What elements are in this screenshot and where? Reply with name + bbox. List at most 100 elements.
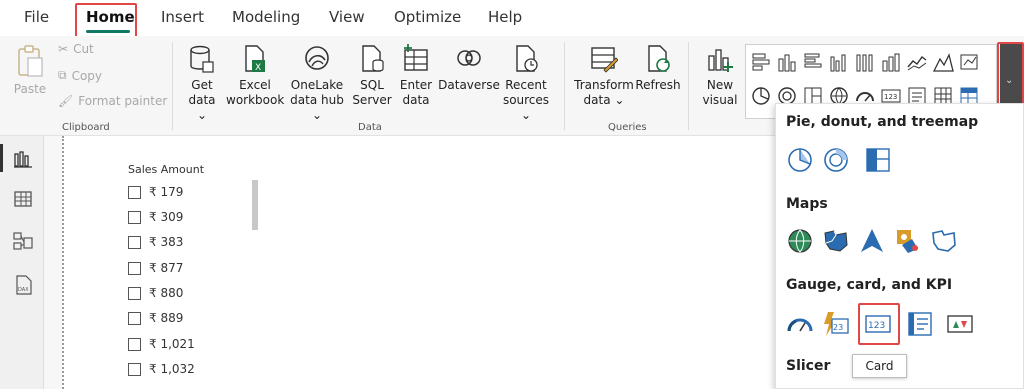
donut-chart-icon[interactable] [822,146,850,174]
kpi-icon[interactable] [946,310,974,338]
dataverse-icon [457,50,481,66]
clipboard-group-label: Clipboard [62,122,110,133]
excel-workbook-button[interactable]: X Excel workbook [226,44,284,108]
cut-button[interactable]: ✂ Cut [58,42,94,56]
svg-text:X: X [255,63,261,73]
menu-bar: File Home Insert Modeling View Optimize … [0,0,1024,41]
globe-map-icon[interactable] [786,227,814,255]
shape-map-icon[interactable] [894,227,922,255]
menu-insert[interactable]: Insert [161,8,204,26]
100-stacked-bar-chart-icon[interactable] [854,51,876,73]
separator [172,42,173,130]
visuals-dropdown-panel: Pie, donut, and treemap Maps Gauge, card… [775,103,1024,389]
table-plus-icon [404,44,428,71]
data-group-label: Data [358,122,382,133]
treemap-icon[interactable] [864,146,892,174]
paste-button[interactable]: Paste [12,44,48,97]
recent-sources-button[interactable]: Recent sources ⌄ [498,44,554,123]
separator [564,42,565,130]
slicer-item[interactable]: ₹ 880 [128,286,183,300]
dax-query-view-icon[interactable]: DAX [12,274,34,296]
menu-file[interactable]: File [24,8,49,26]
checkbox[interactable] [128,235,141,249]
checkbox[interactable] [128,261,141,275]
checkbox[interactable] [128,286,141,300]
100-stacked-column-chart-icon[interactable] [880,51,902,73]
checkbox[interactable] [128,185,141,199]
view-sidebar: DAX [0,136,44,389]
section-title: Gauge, card, and KPI [786,277,953,293]
slicer-item[interactable]: ₹ 1,032 [128,362,195,376]
area-chart-icon[interactable] [932,51,954,73]
format-painter-button[interactable]: 🖌 Format painter [58,94,167,108]
sql-server-button[interactable]: SQL Server [352,44,392,108]
copy-icon: ⧉ [58,68,67,82]
refresh-icon [648,45,670,72]
menu-view[interactable]: View [329,8,365,26]
slicer-item[interactable]: ₹ 383 [128,235,183,249]
slicer-scrollbar[interactable] [252,180,258,230]
checkbox[interactable] [128,210,141,224]
card-highlight-box [858,303,900,345]
slicer-item[interactable]: ₹ 889 [128,311,183,325]
copy-button[interactable]: ⧉ Copy [58,68,102,83]
table-view-icon[interactable] [12,188,34,210]
model-view-icon[interactable] [12,230,34,252]
section-title: Slicer [786,358,831,374]
excel-icon: X [245,45,265,73]
chevron-down-icon: ⌄ [196,108,208,122]
enter-data-button[interactable]: Enter data [396,44,436,108]
checkbox[interactable] [128,337,141,351]
active-view-indicator [0,144,3,172]
chevron-down-icon: ⌄ [311,108,323,122]
new-visual-icon [708,49,733,72]
line-chart-icon[interactable] [906,51,928,73]
filled-map-icon[interactable] [822,227,850,255]
recent-sources-icon [516,45,538,72]
database-icon [190,45,214,73]
checkbox[interactable] [128,362,141,376]
svg-text:DAX: DAX [18,287,29,293]
chevron-down-icon: ⌄ [610,93,625,107]
queries-group-label: Queries [608,122,647,133]
svg-text:23: 23 [833,323,843,332]
brush-icon: 🖌 [58,94,74,108]
menu-modeling[interactable]: Modeling [232,8,300,26]
menu-optimize[interactable]: Optimize [394,8,461,26]
card-tooltip: Card [852,354,907,378]
transform-data-icon [591,47,618,73]
pie-chart-icon[interactable] [750,85,772,107]
pie-chart-icon[interactable] [786,146,814,174]
new-visual-button[interactable]: New visual [698,44,742,108]
outline-map-icon[interactable] [930,227,958,255]
paste-icon [18,45,43,77]
scissors-icon: ✂ [58,42,69,56]
dataverse-button[interactable]: Dataverse [438,44,500,93]
section-title: Pie, donut, and treemap [786,114,979,130]
onelake-icon [305,46,329,70]
gauge-icon[interactable] [786,310,814,338]
slicer-item[interactable]: ₹ 179 [128,185,183,199]
get-data-button[interactable]: Get data ⌄ [182,44,222,123]
refresh-button[interactable]: Refresh [634,44,682,93]
list-card-icon[interactable] [906,310,934,338]
slicer-item[interactable]: ₹ 1,021 [128,337,195,351]
stacked-column-chart-icon[interactable] [776,51,798,73]
azure-map-icon[interactable] [858,227,886,255]
stacked-bar-chart-icon[interactable] [750,51,772,73]
svg-text:123: 123 [884,93,897,101]
multi-row-card-icon[interactable]: 23 [822,310,850,338]
slicer-item[interactable]: ₹ 877 [128,261,183,275]
slicer-item[interactable]: ₹ 309 [128,210,183,224]
checkbox[interactable] [128,311,141,325]
onelake-data-hub-button[interactable]: OneLake data hub ⌄ [286,44,348,123]
clustered-bar-chart-icon[interactable] [802,51,824,73]
line-column-chart-icon[interactable] [958,51,980,73]
report-view-icon[interactable] [12,148,34,170]
transform-data-button[interactable]: Transform data ⌄ [574,44,634,108]
chevron-down-icon: ⌄ [520,108,532,122]
menu-help[interactable]: Help [488,8,522,26]
separator [688,42,689,130]
clustered-column-chart-icon[interactable] [828,51,850,73]
sql-server-icon [362,45,384,72]
